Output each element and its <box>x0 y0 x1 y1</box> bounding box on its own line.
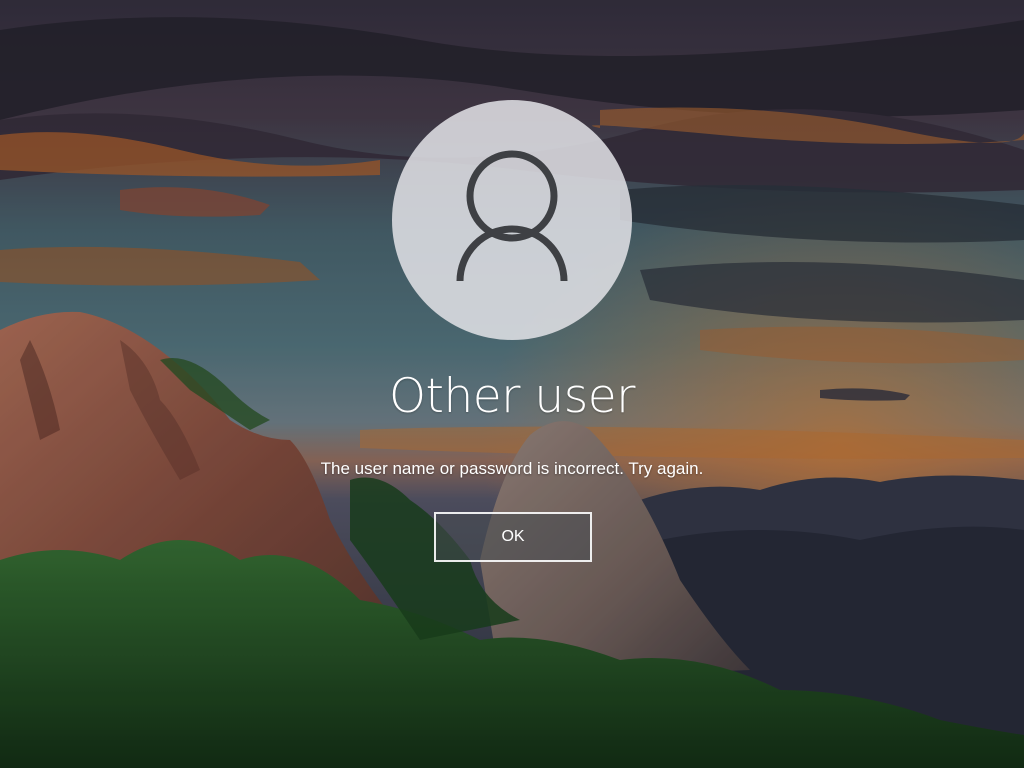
lock-screen: Other user The user name or password is … <box>0 0 1024 768</box>
user-silhouette-icon <box>456 150 568 282</box>
user-name: Other user <box>389 369 635 424</box>
ok-button[interactable]: OK <box>434 512 592 562</box>
user-avatar <box>392 100 632 340</box>
error-message: The user name or password is incorrect. … <box>320 459 704 478</box>
